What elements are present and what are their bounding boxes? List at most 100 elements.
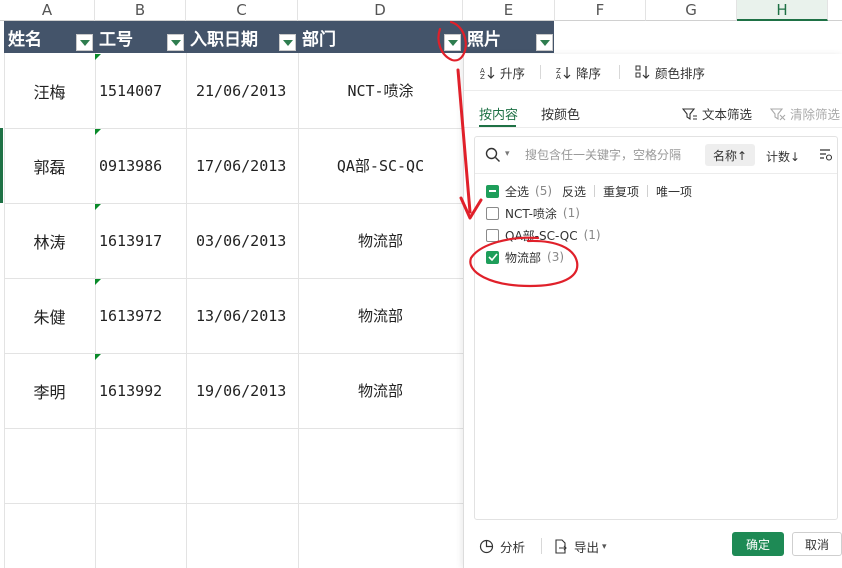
tab-by-content[interactable]: 按内容 <box>479 104 518 123</box>
text-filter-label: 文本筛选 <box>702 107 753 122</box>
text-filter-button[interactable]: 文本筛选 <box>682 104 752 123</box>
sort-desc-label: 降序 <box>576 65 602 81</box>
link-divider <box>647 185 649 197</box>
cell-date[interactable]: 21/06/2013 <box>192 53 298 128</box>
item-checkbox[interactable] <box>486 206 499 220</box>
column-header-i[interactable] <box>828 0 842 21</box>
cell-name[interactable]: 朱健 <box>4 278 95 353</box>
ok-button[interactable]: 确定 <box>732 532 784 556</box>
sort-by-count-button[interactable]: 计数↓ <box>766 148 800 165</box>
dropdown-arrow-icon <box>79 39 90 46</box>
search-input[interactable] <box>525 146 695 164</box>
cell-dept[interactable]: 物流部 <box>298 353 463 428</box>
dropdown-arrow-icon <box>539 39 550 46</box>
column-header-a[interactable]: A <box>0 0 95 21</box>
cell-date[interactable]: 03/06/2013 <box>192 203 298 278</box>
sort-asc-button[interactable]: AZ 升序 <box>480 63 525 81</box>
cell-name[interactable]: 李明 <box>4 353 95 428</box>
cell-dept[interactable]: QA部-SC-QC <box>298 128 463 203</box>
list-options-icon[interactable] <box>819 149 833 161</box>
gridline <box>4 503 464 504</box>
item-checkbox[interactable] <box>486 228 499 242</box>
cancel-button[interactable]: 取消 <box>792 532 842 556</box>
analyze-button[interactable]: 分析 <box>479 537 525 556</box>
unique-link[interactable]: 唯一项 <box>656 183 692 200</box>
number-as-text-indicator <box>95 129 101 135</box>
sort-desc-button[interactable]: ZA 降序 <box>556 63 601 81</box>
tab-divider <box>464 127 842 128</box>
svg-text:A: A <box>556 73 561 79</box>
color-sort-button[interactable]: 颜色排序 <box>635 63 705 81</box>
chevron-down-icon: ▾ <box>602 541 607 552</box>
filter-dropdown-id[interactable] <box>167 34 184 51</box>
filter-item-logistics[interactable]: 物流部 (3) <box>486 248 564 266</box>
dropdown-arrow-icon <box>447 39 458 46</box>
column-letter: B <box>134 1 146 19</box>
analyze-label: 分析 <box>500 540 526 555</box>
column-header-f[interactable]: F <box>555 0 646 21</box>
filter-dropdown-photo[interactable] <box>536 34 553 51</box>
cell-date[interactable]: 13/06/2013 <box>192 278 298 353</box>
search-bar: ▾ 名称↑ 计数↓ <box>475 137 837 174</box>
column-header-d[interactable]: D <box>298 0 463 21</box>
sort-desc-icon: ZA <box>556 67 571 79</box>
sort-asc-label: 升序 <box>500 65 526 81</box>
search-icon[interactable] <box>485 147 501 163</box>
item-label: NCT-喷涂 <box>505 206 557 221</box>
chevron-down-icon[interactable]: ▾ <box>505 149 510 159</box>
cell-dept[interactable]: NCT-喷涂 <box>298 53 463 128</box>
footer-divider <box>541 538 542 554</box>
cell-dept[interactable]: 物流部 <box>298 278 463 353</box>
pie-chart-icon <box>479 539 494 554</box>
cell-date[interactable]: 17/06/2013 <box>192 128 298 203</box>
value-list-box: ▾ 名称↑ 计数↓ 全选 (5) 反选 重复项 唯一项 NCT-喷涂 (1) Q… <box>474 136 838 520</box>
clear-filter-button[interactable]: 清除筛选 <box>770 104 840 123</box>
column-header-e[interactable]: E <box>463 0 555 21</box>
tab-by-color[interactable]: 按颜色 <box>541 104 580 123</box>
filter-dropdown-date[interactable] <box>279 34 296 51</box>
row-selection-indicator <box>0 128 3 203</box>
svg-text:Z: Z <box>480 73 485 79</box>
cell-id[interactable]: 1613917 <box>95 203 186 278</box>
cell-dept[interactable]: 物流部 <box>298 203 463 278</box>
filter-dropdown-dept[interactable] <box>444 34 461 51</box>
item-label: QA部-SC-QC <box>505 228 578 243</box>
cell-id[interactable]: 1514007 <box>95 53 186 128</box>
toolbar-divider <box>540 65 541 79</box>
export-button[interactable]: 导出 ▾ <box>553 537 607 556</box>
header-label: 部门 <box>302 29 336 50</box>
cell-date[interactable]: 19/06/2013 <box>192 353 298 428</box>
cell-id[interactable]: 1613972 <box>95 278 186 353</box>
invert-selection-link[interactable]: 反选 <box>562 183 586 200</box>
column-letter: H <box>776 0 788 19</box>
clear-funnel-icon <box>770 107 786 120</box>
dropdown-arrow-icon <box>170 39 181 46</box>
header-label: 工号 <box>99 29 133 50</box>
header-label: 入职日期 <box>190 29 258 50</box>
cell-id[interactable]: 1613992 <box>95 353 186 428</box>
filter-dropdown-name[interactable] <box>76 34 93 51</box>
column-header-g[interactable]: G <box>646 0 737 21</box>
cell-name[interactable]: 汪梅 <box>4 53 95 128</box>
export-icon <box>555 539 567 554</box>
cell-name[interactable]: 林涛 <box>4 203 95 278</box>
column-letter: G <box>685 1 697 19</box>
duplicates-link[interactable]: 重复项 <box>603 183 639 200</box>
sort-by-name-button[interactable]: 名称↑ <box>705 144 755 166</box>
cell-name[interactable]: 郭磊 <box>4 128 95 203</box>
filter-item-nct[interactable]: NCT-喷涂 (1) <box>486 204 580 222</box>
cell-id[interactable]: 0913986 <box>95 128 186 203</box>
select-all-label[interactable]: 全选 <box>505 183 529 200</box>
filter-item-qa[interactable]: QA部-SC-QC (1) <box>486 226 601 244</box>
gridline <box>186 53 187 568</box>
select-all-checkbox[interactable] <box>486 184 499 198</box>
sort-toolbar: AZ 升序 ZA 降序 颜色排序 <box>464 54 842 91</box>
column-header-h[interactable]: H <box>737 0 828 21</box>
dropdown-arrow-icon <box>282 39 293 46</box>
header-label: 姓名 <box>8 29 42 50</box>
column-header-c[interactable]: C <box>186 0 298 21</box>
column-header-b[interactable]: B <box>95 0 186 21</box>
number-as-text-indicator <box>95 279 101 285</box>
color-sort-icon <box>635 65 650 79</box>
item-checkbox[interactable] <box>486 250 499 264</box>
